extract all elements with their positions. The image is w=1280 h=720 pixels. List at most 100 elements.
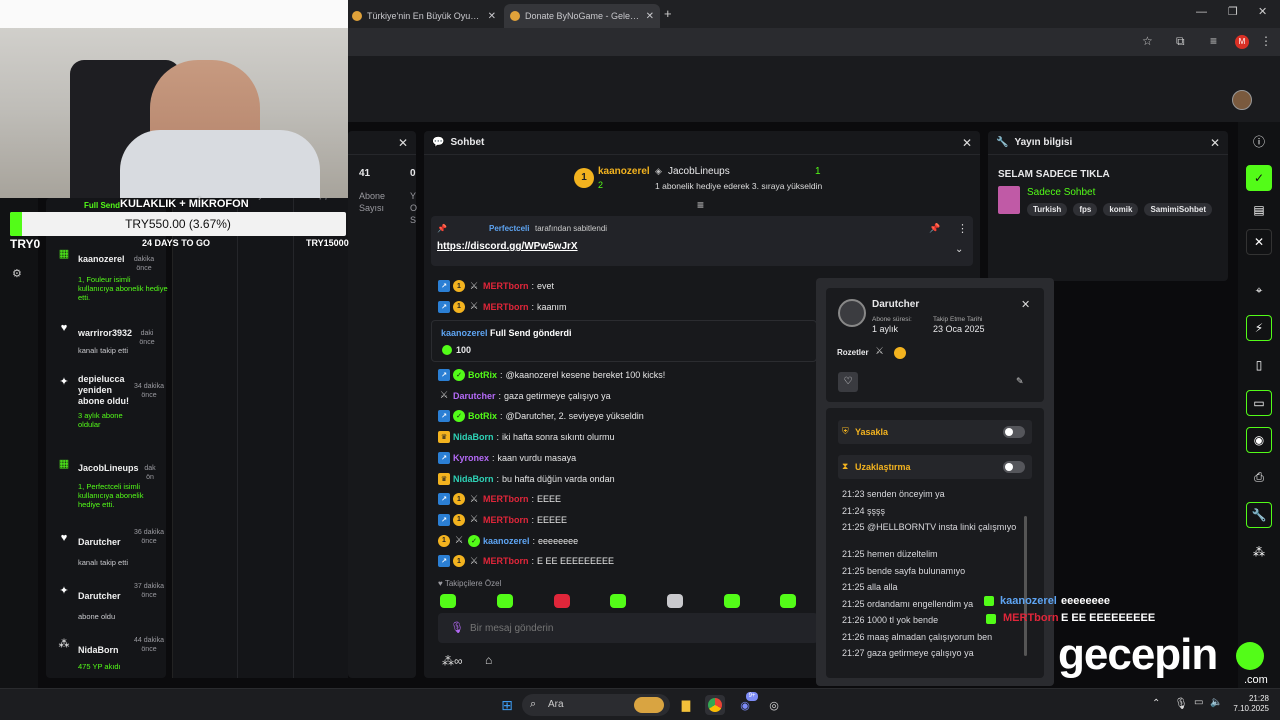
ban-label: Yasakla <box>855 427 889 437</box>
chat-username[interactable]: MERTborn <box>483 302 529 312</box>
close-window-icon[interactable]: ✕ <box>1258 5 1267 18</box>
tag[interactable]: Turkish <box>1027 203 1068 216</box>
printer-icon[interactable]: ⎙ <box>1246 464 1272 490</box>
notes-icon[interactable]: ▯ <box>1246 352 1272 378</box>
history-scrollbar[interactable] <box>1024 516 1027 656</box>
followers-only-label: ♥ Takipçilere Özel <box>438 579 502 588</box>
unpin-icon[interactable]: 📌 <box>929 223 940 234</box>
browser-tab[interactable]: Türkiye'nin En Büyük Oyuncu D ✕ <box>346 4 502 28</box>
sword-badge-icon: ↗ <box>438 451 450 464</box>
checkmark-icon[interactable]: ✓ <box>1246 165 1272 191</box>
sub-badge-icon: ⚔ <box>439 390 449 402</box>
layout-icon[interactable]: ▤ <box>1246 197 1272 223</box>
browser-tab-active[interactable]: Donate ByNoGame - Gelen/Gid ✕ <box>504 4 660 28</box>
chat-message: ♛ NidaBorn: bu hafta düğün varda ondan <box>438 469 838 489</box>
top-gifter-name[interactable]: kaanozerel <box>598 166 650 177</box>
chat-username[interactable]: MERTborn <box>483 281 529 291</box>
chat-bubble-icon[interactable]: ▭ <box>1246 390 1272 416</box>
emote-icon[interactable] <box>780 594 796 608</box>
new-tab-icon[interactable]: + <box>664 6 672 21</box>
taskbar-clock[interactable]: 21:28 7.10.2025 <box>1233 694 1269 714</box>
chat-message-input[interactable] <box>470 619 810 637</box>
mic-tray-icon[interactable]: 🎙 <box>1174 697 1188 710</box>
emote-icon[interactable] <box>667 594 683 608</box>
timeout-toggle[interactable] <box>1003 461 1025 473</box>
tray-chevron-icon[interactable]: ⌃ <box>1152 698 1160 709</box>
info-icon[interactable]: ⓘ <box>1246 128 1272 154</box>
chat-username[interactable]: Darutcher <box>453 391 496 401</box>
left-nav: ⚙ <box>0 122 38 688</box>
close-tab-icon[interactable]: ✕ <box>646 11 654 22</box>
store-icon[interactable]: ⌂ <box>485 653 492 667</box>
pinned-by-user[interactable]: Perfectceli <box>489 224 529 233</box>
windows-start-icon[interactable]: ⊞ <box>497 695 517 715</box>
tag[interactable]: fps <box>1073 203 1098 216</box>
close-stream-info-icon[interactable]: ✕ <box>1210 136 1220 150</box>
mic-icon[interactable]: 🎙 <box>450 621 464 634</box>
close-rail-icon[interactable]: ✕ <box>1246 229 1272 255</box>
wrench-icon[interactable]: 🔧 <box>1246 502 1272 528</box>
stream-category[interactable]: Sadece Sohbet <box>1027 187 1095 198</box>
settings-gear-icon[interactable]: ⚙ <box>12 267 22 280</box>
close-tab-icon[interactable]: ✕ <box>488 11 496 22</box>
chat-username[interactable]: NidaBorn <box>453 474 494 484</box>
separator: : <box>496 432 500 443</box>
media-icon[interactable]: ≡ <box>1210 34 1217 48</box>
chrome-icon[interactable] <box>705 695 725 715</box>
focus-icon[interactable]: ⌖ <box>1246 277 1272 303</box>
chat-username[interactable]: MERTborn <box>483 556 529 566</box>
chat-username[interactable]: BotRix <box>468 370 497 380</box>
separator: : <box>500 411 503 422</box>
lightning-icon[interactable]: ⚡ <box>1246 315 1272 341</box>
maximize-icon[interactable]: ❐ <box>1228 5 1238 18</box>
separator: : <box>531 514 535 525</box>
chat-username[interactable]: Kyronex <box>453 453 489 463</box>
chat-username[interactable]: MERTborn <box>483 515 529 525</box>
edit-pencil-icon[interactable]: ✎ <box>1016 376 1024 387</box>
gecepin-logo: gecepin <box>1058 630 1218 679</box>
emote-icon[interactable] <box>554 594 570 608</box>
chat-icon: 💬 <box>432 137 445 148</box>
more-menu-icon[interactable]: ⋮ <box>1260 34 1272 48</box>
filter-icon[interactable]: ≡ <box>697 198 704 212</box>
donation-user[interactable]: kaanozerel <box>441 328 488 338</box>
chat-header: 💬 Sohbet ✕ <box>424 131 980 155</box>
app-icon[interactable]: ◎ <box>764 695 784 715</box>
follow-heart-button[interactable]: ♡ <box>838 372 858 392</box>
chat-username[interactable]: kaanozerel <box>483 536 530 546</box>
pinned-link[interactable]: https://discord.gg/WPw5wJrX <box>437 241 578 252</box>
close-icon[interactable]: ✕ <box>398 136 408 150</box>
file-explorer-icon[interactable]: ▇ <box>676 695 696 715</box>
share-icon[interactable]: ⁂ <box>1246 539 1272 565</box>
emote-icon[interactable] <box>724 594 740 608</box>
network-icon[interactable]: ▭ <box>1194 697 1203 708</box>
bookmark-star-icon[interactable]: ☆ <box>1142 34 1153 48</box>
volume-icon[interactable]: 🔈 <box>1210 697 1222 708</box>
tag[interactable]: komik <box>1103 203 1139 216</box>
close-user-card-icon[interactable]: ✕ <box>1021 298 1030 311</box>
chat-username[interactable]: NidaBorn <box>453 432 494 442</box>
extensions-icon[interactable]: ⧉ <box>1176 34 1185 49</box>
close-chat-icon[interactable]: ✕ <box>962 136 972 150</box>
chat-username[interactable]: BotRix <box>468 411 497 421</box>
pinned-message: 📌 Perfectceli tarafından sabitlendi http… <box>431 216 973 266</box>
timeout-label: Uzaklaştırma <box>855 462 911 472</box>
chat-username[interactable]: MERTborn <box>483 494 529 504</box>
profile-avatar[interactable]: M <box>1235 35 1249 49</box>
emote-icon[interactable] <box>610 594 626 608</box>
user-avatar[interactable] <box>1232 90 1252 110</box>
tag[interactable]: SamimiSohbet <box>1144 203 1213 216</box>
emote-icon[interactable] <box>497 594 513 608</box>
ban-toggle[interactable] <box>1003 426 1025 438</box>
pinned-more-icon[interactable]: ⋮ <box>957 222 968 235</box>
separator: : <box>531 281 535 291</box>
emote-picker-icon[interactable]: ⁂∞ <box>442 654 463 668</box>
expand-chevron-icon[interactable]: ⌄ <box>955 244 963 255</box>
windows-taskbar: ⊞ ⌕ Ara ▇ ◉ 9+ ◎ ⌃ 🎙 ▭ 🔈 21:28 7.10.2025 <box>0 688 1280 720</box>
emote-icon[interactable] <box>440 594 456 608</box>
feed-item-time: daki önce <box>139 330 155 346</box>
minimize-icon[interactable]: — <box>1196 6 1207 18</box>
broadcast-icon[interactable]: ◉ <box>1246 427 1272 453</box>
taskbar-search[interactable]: ⌕ Ara <box>522 694 670 716</box>
event-user[interactable]: JacobLineups <box>668 166 730 177</box>
